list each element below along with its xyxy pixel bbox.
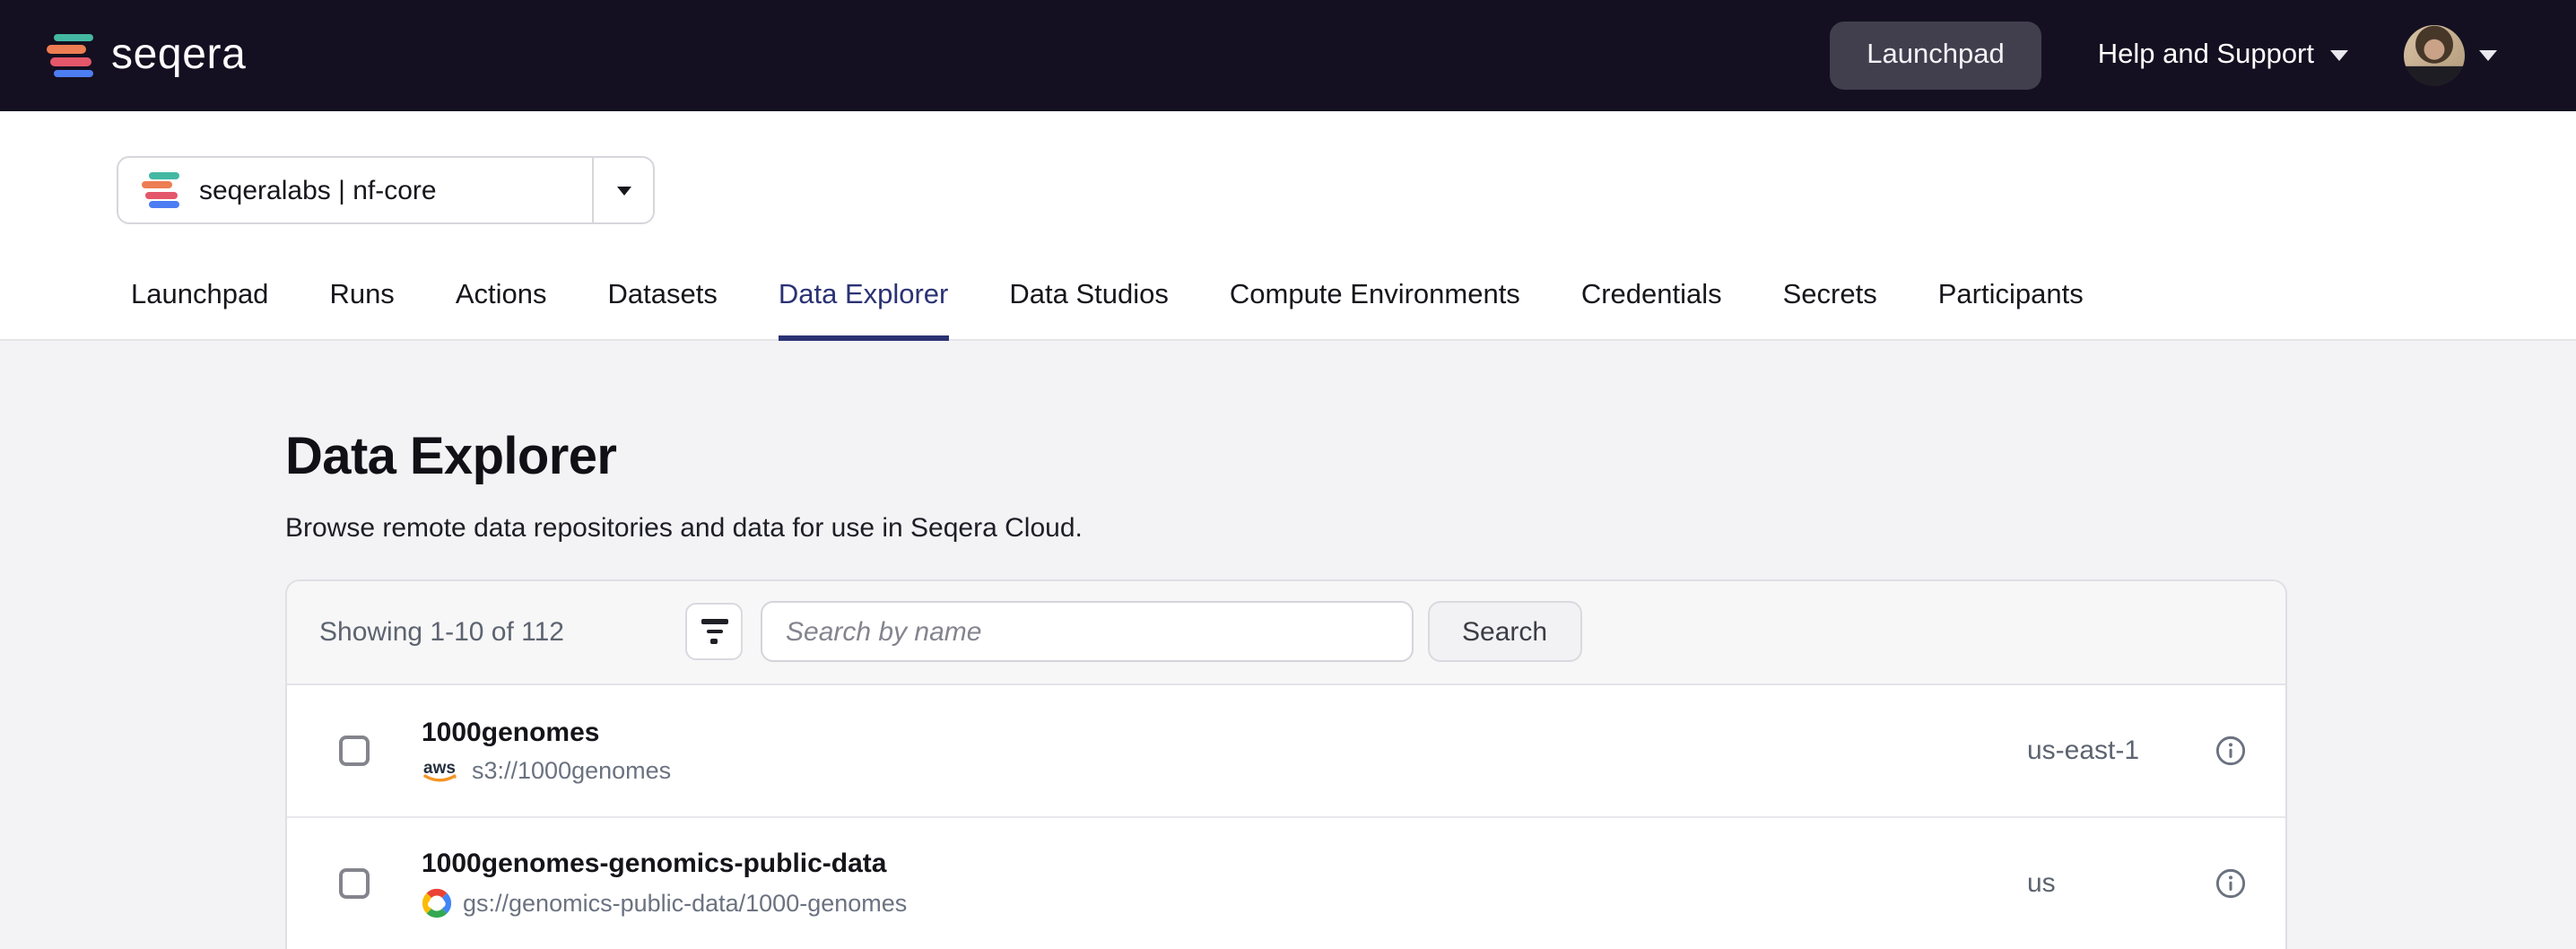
bucket-uri: s3://1000genomes: [472, 757, 671, 784]
bucket-name: 1000genomes: [422, 718, 2027, 750]
top-navbar: seqera Launchpad Help and Support: [0, 0, 2576, 111]
row-checkbox[interactable]: [339, 868, 370, 899]
workspace-selector[interactable]: seqeralabs | nf-core: [117, 156, 655, 224]
chevron-down-icon: [2330, 50, 2348, 61]
gcp-icon: [422, 888, 452, 919]
search-button[interactable]: Search: [1428, 602, 1581, 663]
row-checkbox[interactable]: [339, 736, 370, 766]
seqera-logo[interactable]: seqera: [47, 33, 246, 78]
main-content: Data Explorer Browse remote data reposit…: [0, 341, 2576, 949]
bucket-uri: gs://genomics-public-data/1000-genomes: [463, 890, 907, 917]
tab-compute-environments[interactable]: Compute Environments: [1230, 280, 1520, 341]
chevron-down-icon: [2479, 50, 2497, 61]
avatar: [2404, 25, 2465, 86]
chevron-down-icon: [616, 186, 631, 195]
aws-icon: aws: [422, 757, 461, 784]
tab-actions[interactable]: Actions: [456, 280, 547, 341]
navbar-right: Launchpad Help and Support: [1829, 22, 2497, 90]
bucket-info: 1000genomes aws s3://1000genomes: [422, 718, 2027, 784]
info-icon[interactable]: [2215, 868, 2246, 899]
bucket-name: 1000genomes-genomics-public-data: [422, 849, 2027, 881]
search-input[interactable]: [761, 602, 1414, 663]
region-label: us: [2027, 868, 2215, 899]
tab-launchpad[interactable]: Launchpad: [131, 280, 268, 341]
workspace-tabs: Launchpad Runs Actions Datasets Data Exp…: [131, 280, 2084, 341]
brand-wordmark: seqera: [111, 34, 246, 77]
bucket-path-line: gs://genomics-public-data/1000-genomes: [422, 888, 2027, 919]
tab-secrets[interactable]: Secrets: [1783, 280, 1877, 341]
app-viewport: seqera Launchpad Help and Support seqera…: [0, 0, 2576, 949]
info-icon[interactable]: [2215, 736, 2246, 766]
workspace-name: seqeralabs | nf-core: [199, 175, 437, 205]
help-and-support-menu[interactable]: Help and Support: [2098, 39, 2348, 72]
tab-datasets[interactable]: Datasets: [608, 280, 718, 341]
table-row[interactable]: 1000genomes-genomics-public-data gs:: [287, 818, 2285, 949]
filter-button[interactable]: [685, 604, 743, 661]
workspace-dropdown-toggle[interactable]: [594, 158, 653, 222]
table-toolbar: Showing 1-10 of 112 Search: [287, 581, 2285, 685]
tab-participants[interactable]: Participants: [1938, 280, 2084, 341]
table-row[interactable]: 1000genomes aws s3://1000genomes us-east…: [287, 685, 2285, 818]
data-explorer-table: Showing 1-10 of 112 Search 1000genomes a…: [285, 579, 2287, 949]
filter-icon: [701, 620, 727, 624]
tab-runs[interactable]: Runs: [329, 280, 394, 341]
workspace-band: seqeralabs | nf-core Launchpad Runs Acti…: [0, 111, 2576, 341]
bucket-info: 1000genomes-genomics-public-data gs:: [422, 849, 2027, 919]
user-menu[interactable]: [2404, 25, 2497, 86]
region-label: us-east-1: [2027, 736, 2215, 766]
page-subtitle: Browse remote data repositories and data…: [285, 513, 2287, 544]
launchpad-button[interactable]: Launchpad: [1829, 22, 2041, 90]
seqera-s-icon: [47, 33, 93, 78]
page-title: Data Explorer: [285, 427, 2287, 490]
results-count: Showing 1-10 of 112: [319, 617, 685, 648]
help-and-support-label: Help and Support: [2098, 39, 2314, 72]
tab-data-explorer[interactable]: Data Explorer: [779, 280, 949, 341]
tab-credentials[interactable]: Credentials: [1581, 280, 1722, 341]
workspace-org-icon: [142, 172, 179, 208]
workspace-selector-main[interactable]: seqeralabs | nf-core: [118, 158, 594, 222]
bucket-path-line: aws s3://1000genomes: [422, 757, 2027, 784]
tab-data-studios[interactable]: Data Studios: [1009, 280, 1169, 341]
svg-text:aws: aws: [423, 759, 456, 778]
